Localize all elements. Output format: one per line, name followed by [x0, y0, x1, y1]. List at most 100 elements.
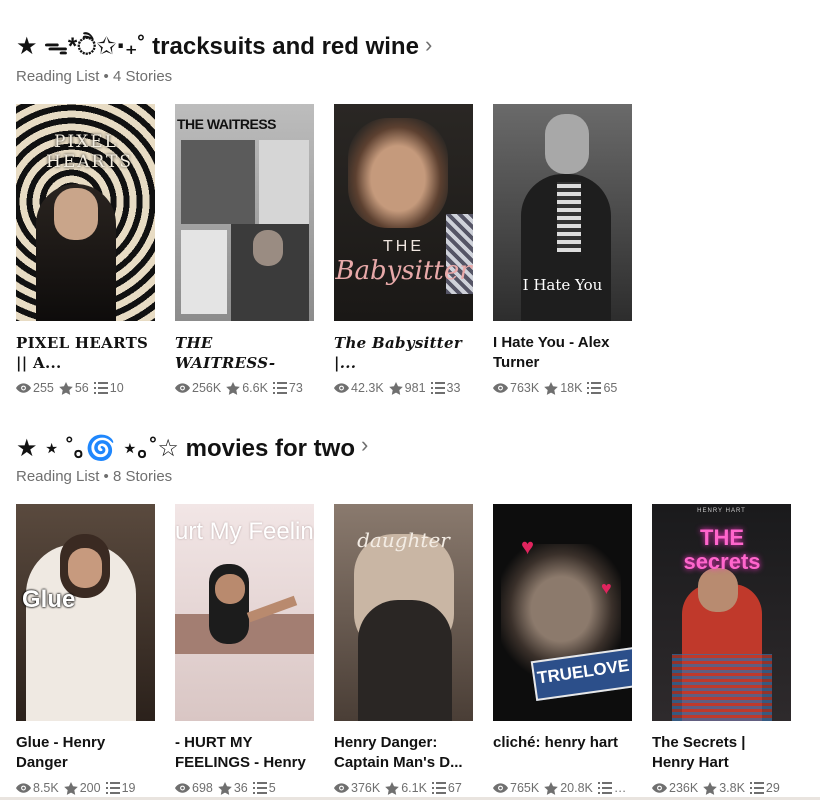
- reads-count: 763K: [510, 381, 540, 395]
- star-icon: [544, 781, 558, 795]
- eye-icon: [334, 383, 349, 393]
- reads-count: 8.5K: [33, 781, 59, 795]
- story-title[interactable]: The Secrets | Henry Hart: [652, 733, 791, 773]
- parts-list-icon: [749, 782, 764, 794]
- story-cover[interactable]: daughter: [334, 504, 473, 721]
- star-icon: [63, 781, 78, 795]
- reads-count: 376K: [351, 781, 381, 795]
- reading-list-2: ★ ⋆ ˚｡🌀 ⋆｡˚☆ movies for two › Reading Li…: [16, 428, 816, 795]
- parts-count: 33: [446, 381, 461, 395]
- story-card[interactable]: urt My Feelings - HURT MY FEELINGS - Hen…: [175, 504, 314, 795]
- reads-count: 236K: [669, 781, 699, 795]
- story-stats: 42.3K 981 33: [334, 381, 473, 395]
- votes-count: 981: [404, 381, 426, 395]
- parts-count: 10: [109, 381, 124, 395]
- reads-count: 42.3K: [351, 381, 384, 395]
- eye-icon: [652, 783, 667, 793]
- story-cover[interactable]: Glue: [16, 504, 155, 721]
- votes-count: 20.8K: [560, 781, 593, 795]
- story-cover[interactable]: I Hate You: [493, 104, 632, 321]
- story-cover[interactable]: HENRY HART THE secrets: [652, 504, 791, 721]
- parts-list-icon: [93, 382, 108, 394]
- heart-icon: ♥: [601, 578, 612, 598]
- story-title[interactable]: I Hate You - Alex Turner: [493, 333, 632, 373]
- story-stats: 256K 6.6K 73: [175, 381, 314, 395]
- reads-count: 255: [33, 381, 54, 395]
- story-title[interactable]: THE WAITRESS- AL�...: [175, 333, 314, 373]
- reads-count: 256K: [192, 381, 222, 395]
- reading-list-1: ★ ᯓ*ੈ✩‧₊˚ tracksuits and red wine › Read…: [16, 28, 816, 395]
- cover-author: HENRY HART: [697, 508, 746, 514]
- cover-title: Babysitter: [335, 256, 472, 286]
- chevron-right-icon: ›: [424, 32, 433, 57]
- parts-count: 5: [268, 781, 276, 795]
- star-icon: [703, 781, 717, 795]
- votes-count: 6.1K: [401, 781, 427, 795]
- parts-list-icon: [105, 782, 120, 794]
- story-card[interactable]: ♥ ♥ TRUELOVE cliché: henry hart 765K 20.…: [493, 504, 632, 795]
- story-stats: 236K 3.8K 29: [652, 781, 791, 795]
- parts-count: 29: [765, 781, 780, 795]
- cover-title: I Hate You: [522, 276, 603, 294]
- reading-list-meta: Reading List • 8 Stories: [16, 468, 173, 485]
- votes-count: 56: [74, 381, 89, 395]
- eye-icon: [16, 383, 31, 393]
- votes-count: 6.6K: [242, 381, 268, 395]
- story-title[interactable]: - HURT MY FEELINGS - Henry: [175, 733, 314, 773]
- parts-count: 65: [603, 381, 618, 395]
- cover-title: THE WAITRESS: [177, 116, 277, 132]
- story-title[interactable]: cliché: henry hart: [493, 733, 632, 773]
- cover-title: daughter: [357, 528, 450, 552]
- story-title[interactable]: PIXEL HEARTS || A...: [16, 333, 155, 373]
- story-title[interactable]: The Babysitter |...: [334, 333, 473, 373]
- story-cover[interactable]: PIXEL HEARTS: [16, 104, 155, 321]
- story-cover[interactable]: urt My Feelings: [175, 504, 314, 721]
- cover-title: urt My Feelings: [175, 518, 314, 545]
- parts-list-icon: [597, 782, 612, 794]
- reading-list-title-link[interactable]: ★ ⋆ ˚｡🌀 ⋆｡˚☆ movies for two ›: [16, 428, 816, 462]
- story-title[interactable]: Glue - Henry Danger: [16, 733, 155, 773]
- story-title[interactable]: Henry Danger: Captain Man's D...: [334, 733, 473, 773]
- parts-list-icon: [252, 782, 267, 794]
- story-card[interactable]: THE WAITRESS THE WAITRESS- AL�... 256K 6…: [175, 104, 314, 395]
- story-stats: 765K 20.8K …: [493, 781, 632, 795]
- cover-title: PIXEL HEARTS: [46, 132, 133, 172]
- star-icon: [385, 781, 399, 795]
- star-icon: [218, 781, 232, 795]
- story-stats: 376K 6.1K 67: [334, 781, 473, 795]
- parts-count: …: [613, 781, 627, 795]
- eye-icon: [175, 783, 190, 793]
- eye-icon: [493, 383, 508, 393]
- eye-icon: [175, 383, 190, 393]
- story-card[interactable]: I Hate You I Hate You - Alex Turner 763K…: [493, 104, 632, 395]
- reads-count: 698: [192, 781, 213, 795]
- parts-list-icon: [587, 382, 602, 394]
- votes-count: 18K: [560, 381, 583, 395]
- parts-count: 73: [288, 381, 303, 395]
- parts-list-icon: [272, 382, 287, 394]
- story-card[interactable]: Glue Glue - Henry Danger 8.5K 200 19: [16, 504, 155, 795]
- story-cover[interactable]: THE WAITRESS: [175, 104, 314, 321]
- story-card[interactable]: daughter Henry Danger: Captain Man's D..…: [334, 504, 473, 795]
- heart-icon: ♥: [521, 534, 535, 559]
- parts-list-icon: [431, 782, 446, 794]
- votes-count: 36: [233, 781, 248, 795]
- cover-top-text: THE: [383, 238, 424, 255]
- star-icon: [59, 381, 73, 395]
- story-card[interactable]: THE Babysitter The Babysitter |... 42.3K…: [334, 104, 473, 395]
- story-card[interactable]: PIXEL HEARTS PIXEL HEARTS || A... 255 56…: [16, 104, 155, 395]
- star-icon: [388, 381, 403, 395]
- eye-icon: [493, 783, 508, 793]
- story-stats: 8.5K 200 19: [16, 781, 155, 795]
- parts-count: 19: [121, 781, 136, 795]
- story-cover[interactable]: THE Babysitter: [334, 104, 473, 321]
- eye-icon: [334, 783, 349, 793]
- cover-title: Glue: [22, 586, 76, 613]
- story-cover[interactable]: ♥ ♥ TRUELOVE: [493, 504, 632, 721]
- story-card[interactable]: HENRY HART THE secrets The Secrets | Hen…: [652, 504, 791, 795]
- chevron-right-icon: ›: [360, 432, 369, 457]
- star-icon: [544, 381, 558, 395]
- reading-list-title: ★ ᯓ*ੈ✩‧₊˚ tracksuits and red wine: [16, 32, 419, 60]
- eye-icon: [16, 783, 31, 793]
- reading-list-title-link[interactable]: ★ ᯓ*ੈ✩‧₊˚ tracksuits and red wine ›: [16, 28, 816, 62]
